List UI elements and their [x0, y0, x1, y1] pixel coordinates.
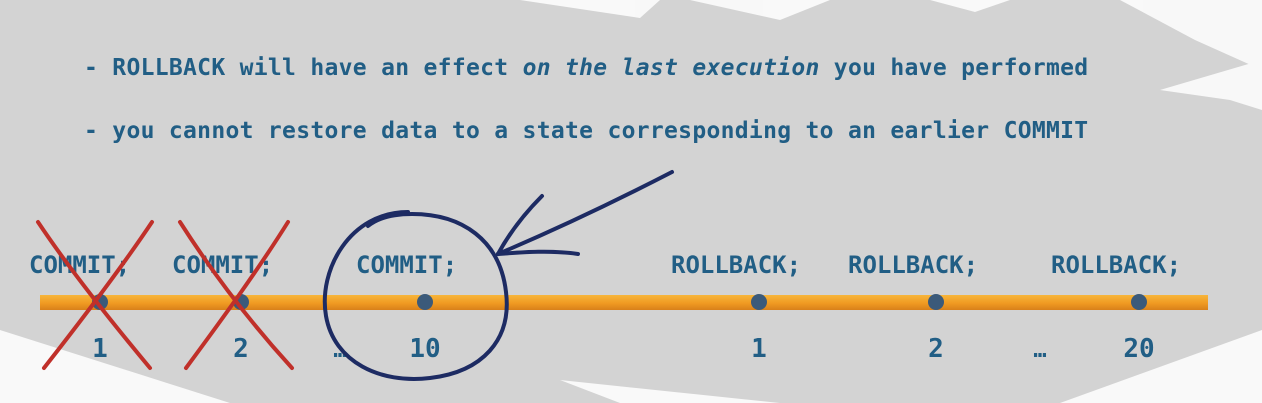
- cross-out-commit-1: [36, 220, 154, 370]
- annotation-layer: [36, 170, 674, 381]
- cross-out-commit-2: [178, 220, 294, 370]
- circle-highlight-commit-10: [322, 210, 509, 381]
- slide: - ROLLBACK will have an effect on the la…: [0, 0, 1262, 403]
- arrow-annotation: [496, 170, 674, 256]
